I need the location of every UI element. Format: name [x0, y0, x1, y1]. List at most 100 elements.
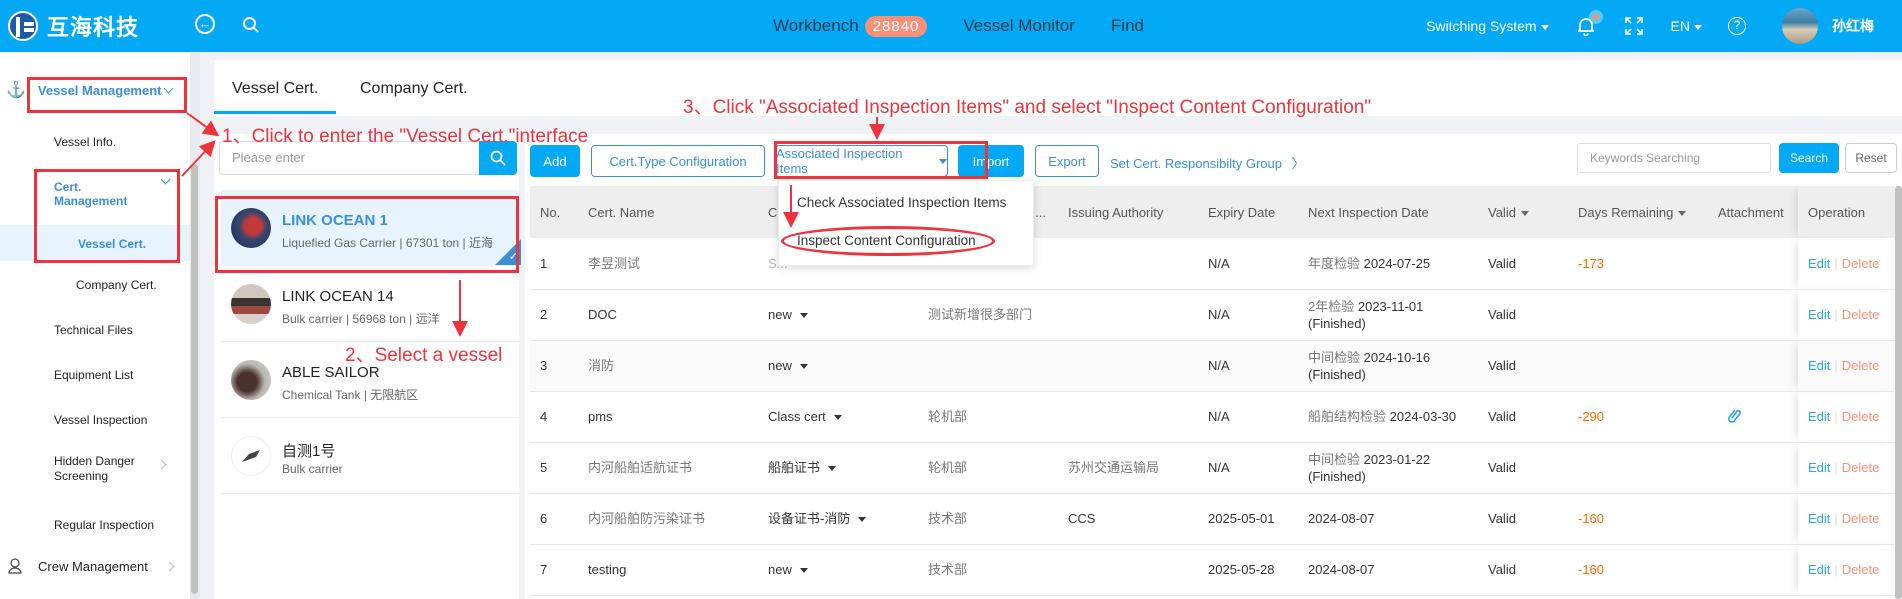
- sidebar-item-label: Crew Management: [38, 558, 148, 574]
- vessel-item-link-ocean-14[interactable]: LINK OCEAN 14 Bulk carrier | 56968 ton |…: [221, 266, 521, 342]
- table-row[interactable]: 1李昱测试S...N/A年度检验 2024-07-25Valid-173Edit…: [530, 238, 1895, 290]
- avatar[interactable]: [1782, 8, 1818, 44]
- table-row[interactable]: 4 pms Class cert 轮机部 N/A 船舶结构检验 2024-03-30 Val…: [530, 391, 1895, 443]
- sidebar-item-company-cert[interactable]: Company Cert.: [76, 278, 157, 292]
- cell-days-remaining: [1568, 442, 1708, 494]
- nav-vessel-monitor[interactable]: Vessel Monitor: [963, 16, 1075, 36]
- bell-icon[interactable]: [1577, 10, 1603, 36]
- caret-down-icon[interactable]: [833, 415, 842, 421]
- export-button[interactable]: Export: [1035, 145, 1099, 177]
- delete-link[interactable]: Delete: [1842, 307, 1880, 322]
- col-valid[interactable]: Valid: [1478, 186, 1568, 238]
- keywords-search-input[interactable]: Keywords Searching: [1577, 143, 1771, 173]
- sidebar-item-regular-inspection[interactable]: Regular Inspection: [54, 518, 154, 532]
- switch-system-label: Switching System: [1426, 18, 1537, 34]
- sidebar-item-crew-management[interactable]: Crew Management: [8, 558, 175, 574]
- delete-link[interactable]: Delete: [1842, 460, 1880, 475]
- menu-item-check-associated[interactable]: Check Associated Inspection Items: [797, 195, 1006, 210]
- edit-link[interactable]: Edit: [1808, 256, 1830, 271]
- menu-item-inspect-content-config[interactable]: Inspect Content Configuration: [797, 233, 976, 248]
- caret-down-icon[interactable]: [858, 517, 867, 523]
- edit-link[interactable]: Edit: [1808, 511, 1830, 526]
- cell-attachment: [1708, 391, 1798, 443]
- edit-link[interactable]: Edit: [1808, 460, 1830, 475]
- nav-find[interactable]: Find: [1111, 16, 1144, 36]
- tab-vessel-cert[interactable]: Vessel Cert.: [232, 80, 318, 98]
- table-scrollbar[interactable]: [1895, 186, 1902, 599]
- delete-link[interactable]: Delete: [1842, 562, 1880, 577]
- delete-link[interactable]: Delete: [1842, 358, 1880, 373]
- cell-no: 2: [530, 289, 578, 341]
- associated-items-dropdown: Check Associated Inspection Items Inspec…: [778, 180, 1034, 266]
- cell-days-remaining: -160: [1568, 544, 1708, 596]
- sidebar-item-cert-management[interactable]: Cert. Management: [54, 180, 134, 208]
- annotation-step1: 1、Click to enter the "Vessel Cert."inter…: [222, 126, 589, 147]
- delete-link[interactable]: Delete: [1842, 256, 1880, 271]
- cell-cert-type: new: [758, 544, 918, 596]
- cert-type: new: [768, 307, 792, 322]
- table-row[interactable]: 2 DOC new 测试新增很多部门 N/A 2年检验 2023-11-01 (Finish…: [530, 289, 1895, 341]
- cell-attachment: [1708, 544, 1798, 596]
- cell-dept: 测试新增很多部门: [918, 289, 1058, 341]
- delete-link[interactable]: Delete: [1842, 409, 1880, 424]
- cell-days-remaining: [1568, 289, 1708, 341]
- caret-down-icon[interactable]: [828, 466, 837, 472]
- responsibility-group-label: Set Cert. Responsibilty Group: [1110, 156, 1282, 171]
- table-row[interactable]: 5 内河船舶适航证书 船舶证书 轮机部 苏州交通运输局 N/A 中间检验 2023-01-2…: [530, 442, 1895, 494]
- vessel-item-zice-1[interactable]: 自测1号 Bulk carrier: [221, 418, 521, 494]
- cell-expiry-date: 2025-05-28: [1198, 544, 1298, 596]
- col-days-remaining[interactable]: Days Remaining: [1568, 186, 1708, 238]
- workbench-badge: 28840: [864, 15, 928, 37]
- sidebar-item-hidden-danger[interactable]: Hidden Danger Screening: [54, 454, 144, 484]
- toolbar: Add Cert.Type Configuration Associated I…: [525, 134, 1902, 184]
- cert-type-config-button[interactable]: Cert.Type Configuration: [591, 145, 765, 177]
- table-row[interactable]: 3 消防 new N/A 中间检验 2024-10-16 (Finished) Valid E…: [530, 340, 1895, 392]
- sidebar-scrollbar[interactable]: [190, 52, 200, 599]
- sidebar-item-technical-files[interactable]: Technical Files: [54, 323, 133, 337]
- delete-link[interactable]: Delete: [1842, 511, 1880, 526]
- search-button[interactable]: Search: [1779, 143, 1839, 173]
- sidebar-item-label: Vessel Management: [37, 82, 162, 98]
- language-dropdown[interactable]: EN: [1671, 18, 1702, 34]
- edit-link[interactable]: Edit: [1808, 358, 1830, 373]
- paperclip-icon[interactable]: [1727, 408, 1742, 424]
- edit-link[interactable]: Edit: [1808, 562, 1830, 577]
- switch-system-dropdown[interactable]: Switching System: [1426, 18, 1549, 34]
- back-icon[interactable]: ←: [195, 14, 215, 34]
- col-next-inspection-date: Next Inspection Date: [1298, 186, 1478, 238]
- scrollbar-thumb[interactable]: [191, 164, 198, 594]
- caret-down-icon[interactable]: [799, 313, 808, 319]
- fullscreen-icon[interactable]: [1623, 15, 1645, 37]
- cell-attachment: [1708, 493, 1798, 545]
- sidebar: ⚓ Vessel Management Vessel Info. Cert. M…: [0, 52, 190, 599]
- table-row[interactable]: 7 testing new 技术部 2025-05-28 2024-08-07 Valid…: [530, 544, 1895, 596]
- caret-down-icon[interactable]: [799, 364, 808, 370]
- cell-operation: Edit | Delete: [1798, 493, 1895, 545]
- edit-link[interactable]: Edit: [1808, 307, 1830, 322]
- help-icon[interactable]: ?: [1728, 17, 1746, 35]
- col-attachment[interactable]: Attachment: [1708, 186, 1798, 238]
- sidebar-item-equipment-list[interactable]: Equipment List: [54, 368, 133, 382]
- sidebar-item-vessel-info[interactable]: Vessel Info.: [54, 135, 116, 149]
- cell-no: 4: [530, 391, 578, 443]
- add-button[interactable]: Add: [530, 145, 580, 177]
- table-row[interactable]: 6 内河船舶防污染证书 设备证书-消防 技术部 CCS 2025-05-01 2024-0…: [530, 493, 1895, 545]
- cell-dept: 轮机部: [918, 391, 1058, 443]
- vessel-item-link-ocean-1[interactable]: LINK OCEAN 1 Liquefied Gas Carrier | 673…: [221, 190, 521, 266]
- sidebar-item-vessel-management[interactable]: ⚓ Vessel Management: [6, 80, 174, 100]
- set-responsibility-group-link[interactable]: Set Cert. Responsibilty Group 〉: [1110, 153, 1305, 172]
- nav-workbench[interactable]: Workbench 28840: [773, 15, 928, 37]
- associated-inspection-items-button[interactable]: Associated Inspection Items: [775, 145, 948, 177]
- next-inspection-type: 2年检验: [1308, 298, 1355, 314]
- edit-link[interactable]: Edit: [1808, 409, 1830, 424]
- sidebar-item-vessel-inspection[interactable]: Vessel Inspection: [54, 413, 147, 427]
- username[interactable]: 孙红梅: [1832, 16, 1874, 36]
- top-right-tools: Switching System EN ? 孙红梅: [1426, 0, 1902, 52]
- search-icon[interactable]: [240, 14, 262, 36]
- cert-type: 设备证书-消防: [768, 511, 851, 526]
- tab-company-cert[interactable]: Company Cert.: [360, 80, 468, 98]
- reset-button[interactable]: Reset: [1845, 143, 1897, 173]
- import-button[interactable]: Import: [958, 145, 1024, 177]
- logo[interactable]: 互海科技: [8, 10, 139, 42]
- caret-down-icon[interactable]: [799, 568, 808, 574]
